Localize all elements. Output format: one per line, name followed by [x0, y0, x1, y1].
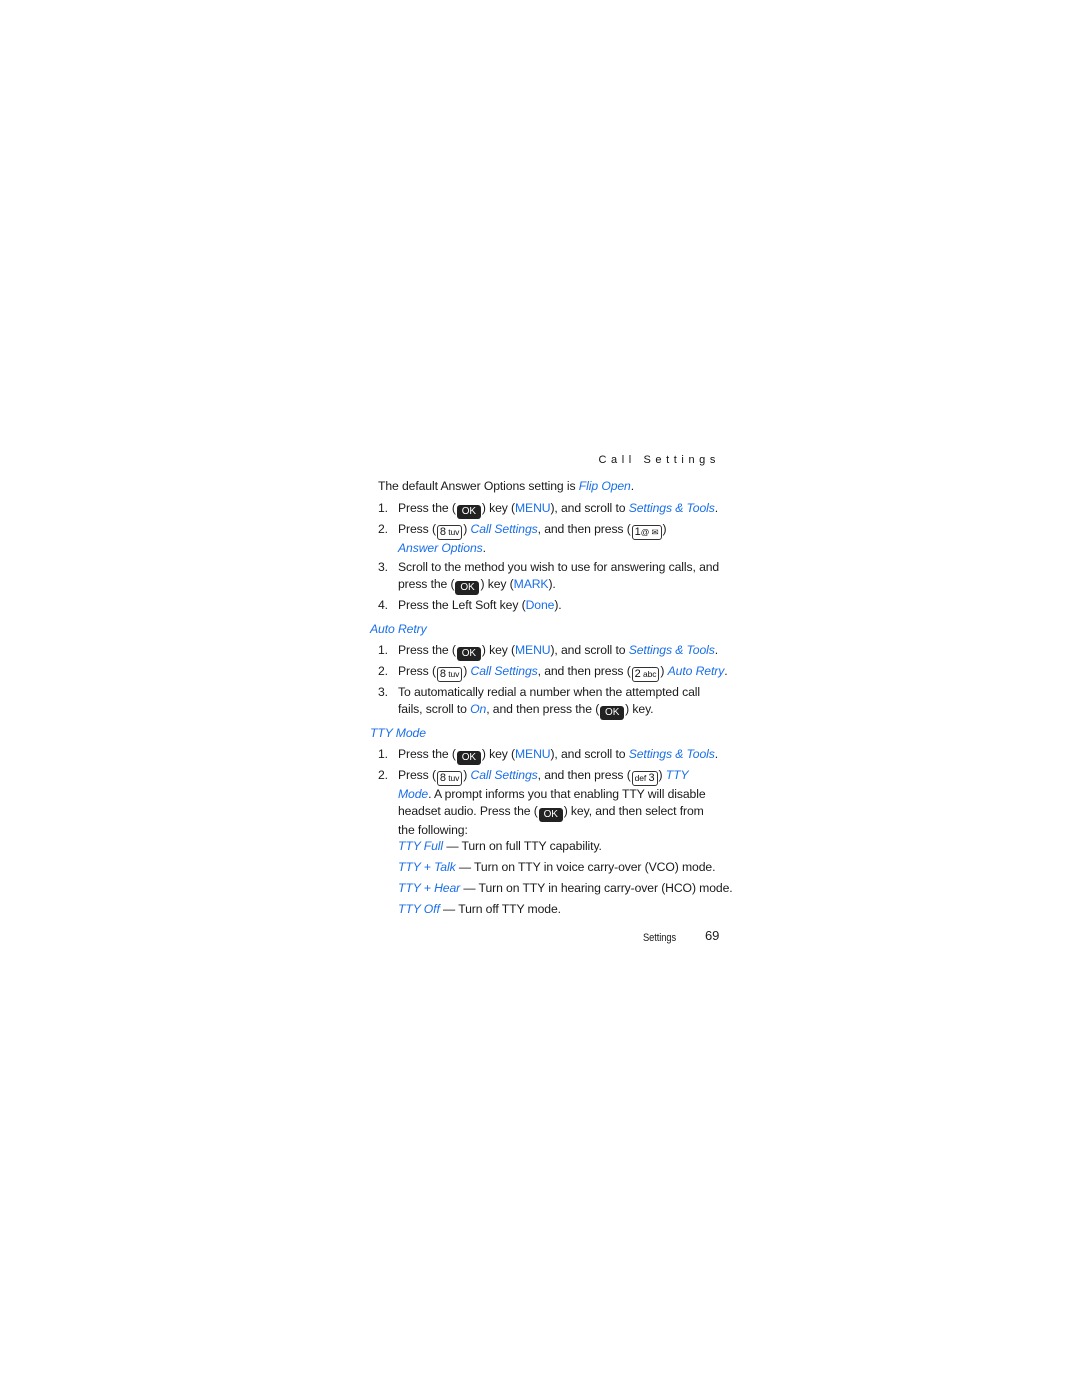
menu-softkey: MENU [514, 501, 551, 515]
ok-key-icon: OK [456, 505, 481, 519]
call-settings-link: Call Settings [470, 664, 538, 678]
tty-option: TTY + Talk — Turn on TTY in voice carry-… [398, 860, 716, 874]
menu-softkey: MENU [514, 747, 551, 761]
tty-option: TTY Off — Turn off TTY mode. [398, 902, 561, 916]
ok-key-icon: OK [456, 751, 481, 765]
key-1-icon: 1@ ✉ [631, 525, 662, 540]
answer-step-4: 4. Press the Left Soft key (Done). [378, 598, 562, 612]
key-8-icon: 8 tuv [436, 771, 463, 786]
key-2-icon: 2 abc [631, 667, 660, 682]
tty-option-name: TTY Off [398, 902, 440, 916]
tty-option-name: TTY + Hear [398, 881, 461, 895]
auto-retry-step-3: 3. To automatically redial a number when… [378, 685, 700, 720]
ok-key-icon: OK [600, 705, 625, 720]
call-settings-link: Call Settings [470, 522, 538, 536]
menu-path-settings-tools: Settings & Tools [628, 501, 715, 515]
done-softkey: Done [525, 598, 555, 612]
key-8-icon: 8 tuv [436, 667, 463, 682]
auto-retry-step-2: 2. Press (8 tuv) Call Settings, and then… [378, 664, 728, 682]
auto-retry-step-1: 1. Press the (OK) key (MENU), and scroll… [378, 643, 719, 661]
tty-step-2: 2. Press (8 tuv) Call Settings, and then… [378, 768, 706, 837]
tty-option-name: TTY Full [398, 839, 444, 853]
footer-section-label: Settings [643, 932, 677, 944]
tty-mode-heading: TTY Mode [370, 726, 426, 740]
default-value: Flip Open [578, 479, 631, 493]
tty-step-1: 1. Press the (OK) key (MENU), and scroll… [378, 747, 719, 765]
tty-option-name: TTY + Talk [398, 860, 456, 874]
mark-softkey: MARK [513, 576, 549, 591]
tty-option: TTY Full — Turn on full TTY capability. [398, 839, 602, 853]
answer-step-2: 2. Press (8 tuv) Call Settings, and then… [378, 522, 667, 555]
ok-key-icon: OK [456, 647, 481, 661]
page-number: 69 [705, 928, 720, 943]
intro-paragraph: The default Answer Options setting is Fl… [378, 479, 635, 493]
auto-retry-link: Auto Retry [667, 664, 725, 678]
auto-retry-heading: Auto Retry [370, 622, 427, 636]
call-settings-link: Call Settings [470, 768, 538, 782]
key-8-icon: 8 tuv [436, 525, 463, 540]
answer-options-link: Answer Options [398, 541, 483, 555]
menu-path-settings-tools: Settings & Tools [628, 643, 715, 657]
answer-step-1: 1. Press the (OK) key (MENU), and scroll… [378, 501, 719, 519]
tty-option: TTY + Hear — Turn on TTY in hearing carr… [398, 881, 733, 895]
menu-softkey: MENU [514, 643, 551, 657]
on-option: On [470, 701, 487, 716]
answer-step-3: 3. Scroll to the method you wish to use … [378, 560, 720, 595]
menu-path-settings-tools: Settings & Tools [628, 747, 715, 761]
ok-key-icon: OK [455, 580, 480, 595]
running-head: Call Settings [598, 454, 720, 466]
ok-key-icon: OK [538, 807, 563, 822]
key-3-icon: def 3 [631, 771, 658, 786]
